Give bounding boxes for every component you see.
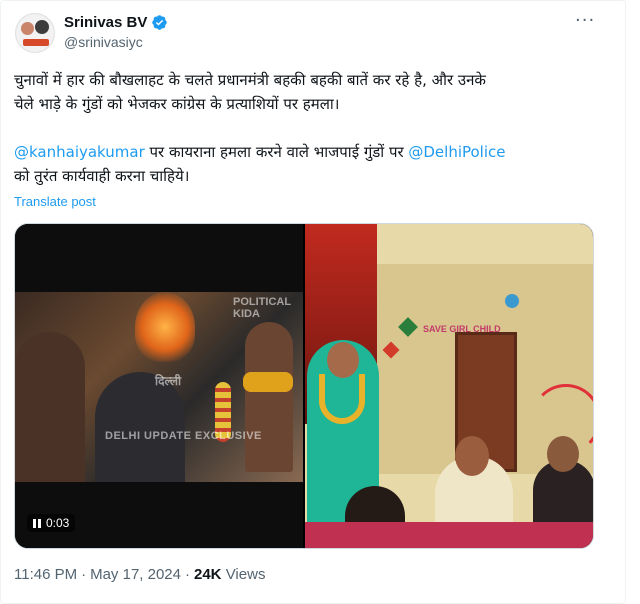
photo-man-right-head	[547, 436, 579, 472]
avatar-figure-left	[21, 22, 34, 35]
photo-speaker-head	[327, 342, 359, 378]
post-meta: 11:46 PM · May 17, 2024 · 24K Views	[14, 566, 265, 583]
watermark-logo: दिल्ली	[155, 374, 182, 388]
tweet-card: Srinivas BV @srinivasiyc ··· चुनावों में…	[0, 0, 626, 604]
photo-table	[305, 522, 593, 548]
views-count[interactable]: 24K	[194, 566, 222, 583]
views-label: Views	[225, 566, 266, 583]
video-time-label: 0:03	[46, 516, 70, 530]
tweet-line-3-text: पर कायराना हमला करने वाले भाजपाई गुंडों …	[144, 143, 409, 161]
tweet-text: चुनावों में हार की बौखलाहट के चलते प्रधा…	[14, 68, 614, 188]
photo-board-text: SAVE GIRL CHILD	[423, 324, 501, 334]
post-time[interactable]: 11:46 PM	[14, 566, 77, 583]
post-date[interactable]: May 17, 2024	[90, 566, 181, 583]
tweet-line-1: चुनावों में हार की बौखलाहट के चलते प्रधा…	[14, 71, 486, 89]
video-crowd-left	[15, 332, 85, 482]
mention-kanhaiyakumar[interactable]: @kanhaiyakumar	[14, 143, 145, 161]
author-display-name[interactable]: Srinivas BV	[64, 14, 147, 31]
video-player[interactable]: POLITICAL KIDA दिल्ली DELHI UPDATE EXCLU…	[15, 224, 303, 548]
watermark-delhi-update: DELHI UPDATE EXCLUSIVE	[105, 430, 262, 442]
video-frame: POLITICAL KIDA दिल्ली DELHI UPDATE EXCLU…	[15, 292, 303, 482]
tweet-line-4: को तुरंत कार्यवाही करना चाहिये।	[14, 167, 190, 185]
video-flare	[135, 292, 195, 362]
photo-garland	[319, 374, 365, 424]
photo-seated-man-head	[455, 436, 489, 476]
meta-separator: ·	[81, 566, 87, 583]
translate-post-link[interactable]: Translate post	[14, 194, 96, 209]
mention-delhipolice[interactable]: @DelhiPolice	[408, 143, 505, 161]
media-grid: POLITICAL KIDA दिल्ली DELHI UPDATE EXCLU…	[14, 223, 594, 549]
pause-icon[interactable]	[33, 518, 41, 528]
meta-separator: ·	[185, 566, 190, 583]
photo-image[interactable]: SAVE GIRL CHILD	[305, 224, 593, 548]
watermark-political-kida: POLITICAL KIDA	[233, 296, 291, 320]
video-scarf	[243, 372, 293, 392]
more-icon[interactable]: ···	[575, 12, 595, 30]
avatar-figure-right	[35, 20, 49, 34]
photo-decor-blue	[505, 294, 519, 308]
author-name-row: Srinivas BV	[64, 14, 168, 31]
avatar-banner	[23, 39, 49, 46]
avatar[interactable]	[15, 13, 55, 53]
video-timestamp[interactable]: 0:03	[27, 514, 76, 532]
verified-badge-icon	[152, 15, 168, 30]
author-handle[interactable]: @srinivasiyc	[64, 34, 143, 50]
video-person-right	[245, 322, 293, 472]
tweet-line-2: चेले भाड़े के गुंडों को भेजकर कांग्रेस क…	[14, 95, 340, 113]
tweet-line-3: @kanhaiyakumar पर कायराना हमला करने वाले…	[14, 140, 614, 164]
